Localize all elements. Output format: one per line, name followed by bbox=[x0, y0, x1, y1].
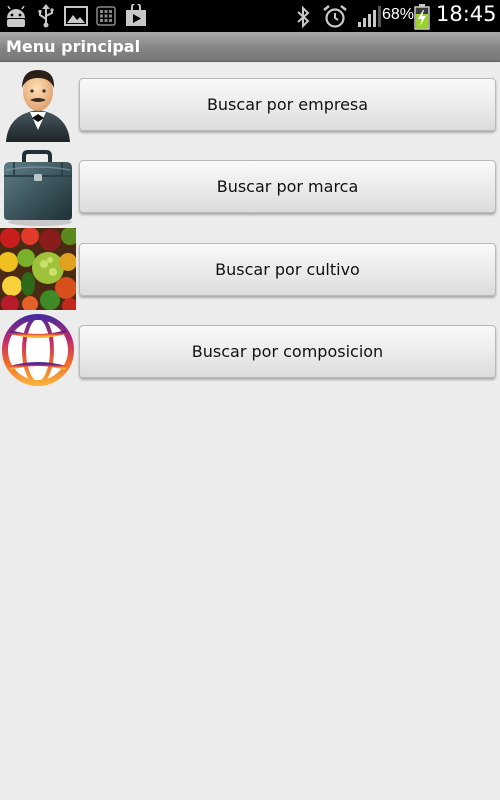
buscar-empresa-button[interactable]: Buscar por empresa bbox=[79, 78, 496, 131]
android-debug-icon bbox=[7, 6, 25, 27]
battery-percent: 68% bbox=[382, 6, 415, 23]
businessman-icon bbox=[6, 70, 70, 142]
usb-icon bbox=[38, 4, 54, 28]
battery-charging-icon bbox=[414, 4, 430, 30]
menu-row-cultivo: Buscar por cultivo bbox=[0, 228, 500, 310]
play-store-icon bbox=[126, 4, 146, 26]
briefcase-icon bbox=[4, 150, 72, 226]
page-title: Menu principal bbox=[6, 37, 141, 56]
menu-row-composicion: Buscar por composicion bbox=[0, 310, 500, 392]
status-time: 18:45 bbox=[436, 2, 497, 26]
fruits-vegetables-icon bbox=[0, 228, 76, 310]
buscar-marca-button[interactable]: Buscar por marca bbox=[79, 160, 496, 213]
title-bar: Menu principal bbox=[0, 32, 500, 62]
globe-icon bbox=[2, 314, 74, 386]
alarm-icon bbox=[323, 5, 347, 28]
menu-row-marca: Buscar por marca bbox=[0, 146, 500, 228]
buscar-composicion-button[interactable]: Buscar por composicion bbox=[79, 325, 496, 378]
buscar-cultivo-button[interactable]: Buscar por cultivo bbox=[79, 243, 496, 296]
keyboard-icon bbox=[96, 6, 116, 26]
image-icon bbox=[64, 6, 88, 26]
signal-icon bbox=[358, 6, 381, 27]
bluetooth-icon bbox=[297, 5, 310, 29]
status-bar: 68% 18:45 bbox=[0, 0, 500, 32]
menu-row-empresa: Buscar por empresa bbox=[0, 64, 500, 146]
